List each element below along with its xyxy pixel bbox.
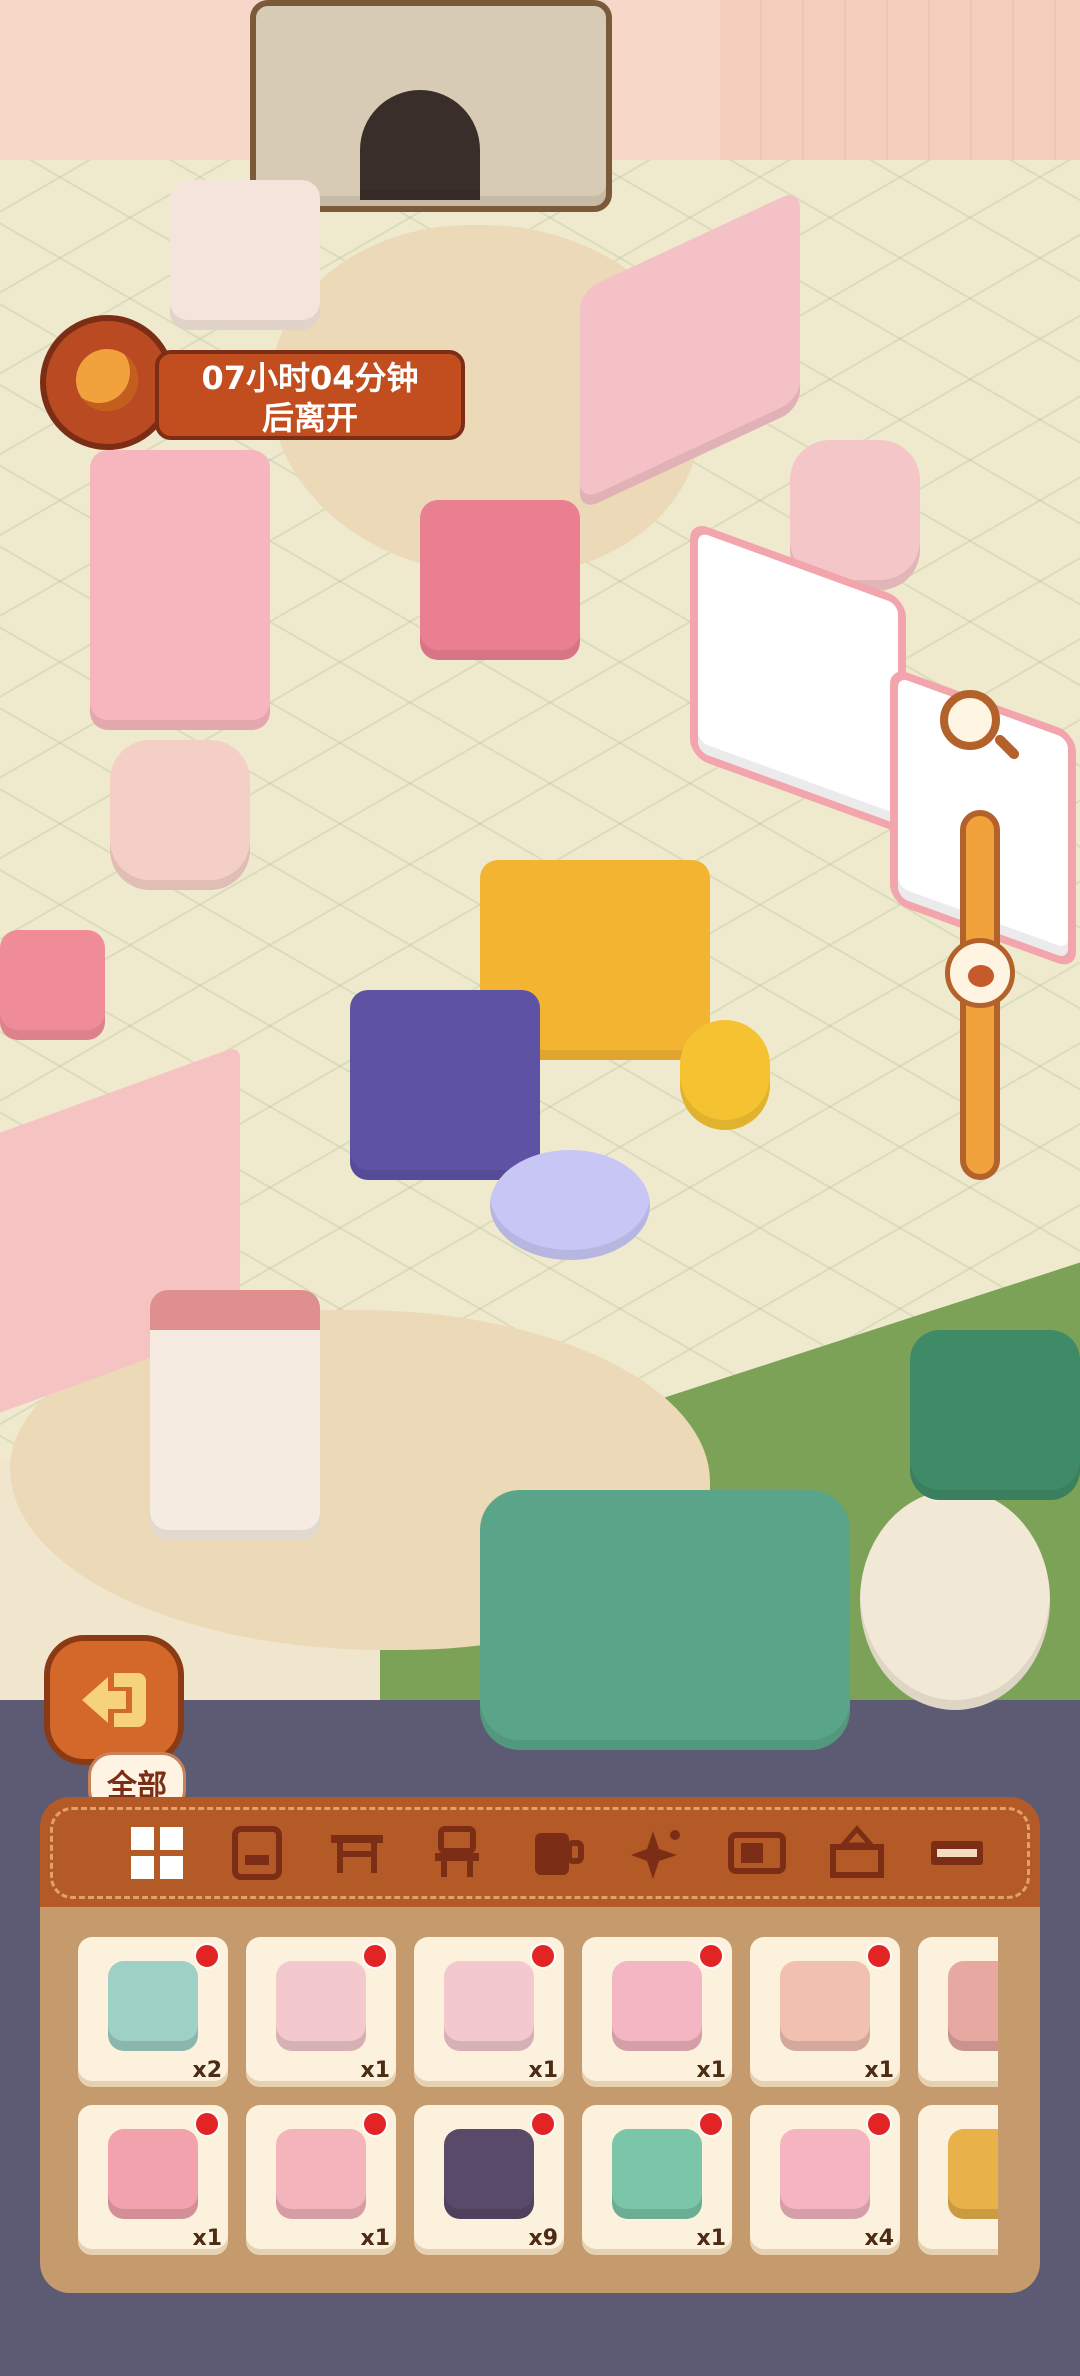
item-quantity: x1 [192,2226,223,2251]
magnifier-icon [940,690,1000,750]
new-badge-dot [698,1943,724,1969]
new-badge-dot [866,1943,892,1969]
timer-line-1: 07小时04分钟 [201,359,419,397]
inventory-item-cabinet[interactable] [918,1937,998,2087]
inventory-item-sofa[interactable]: x1 [414,1937,564,2087]
item-quantity: x1 [528,2058,559,2083]
inventory-item-window[interactable]: x2 [78,1937,228,2087]
inventory-item-dog-painting[interactable] [918,2105,998,2255]
potted-plants[interactable] [910,1330,1080,1500]
tab-electronics[interactable] [717,1815,797,1891]
table-icon [331,1835,383,1873]
item-quantity: x9 [528,2226,559,2251]
paw-knob-icon[interactable] [945,938,1015,1008]
new-badge-dot [194,1943,220,1969]
cat-armchair[interactable] [110,740,250,890]
item-quantity: x1 [696,2226,727,2251]
timer-pill: 07小时04分钟 后离开 [155,350,465,440]
zoom-slider[interactable] [940,690,1020,1180]
retro-tv-icon [612,1961,702,2051]
mug-icon [535,1833,584,1875]
item-quantity: x4 [864,2226,895,2251]
back-arrow-icon [82,1673,146,1727]
new-badge-dot [698,2111,724,2137]
microwave-icon [780,1961,870,2051]
tab-kitchen[interactable] [517,1815,597,1891]
paw-ottoman[interactable] [490,1150,650,1260]
cabinet[interactable] [150,1290,320,1540]
item-quantity: x2 [192,2058,223,2083]
flower-vase-icon [612,2129,702,2219]
fridge-icon [276,2129,366,2219]
flower-planters[interactable] [480,1490,850,1750]
dog-painting-icon [948,2129,998,2219]
inventory-panel: 全部 x2 x1 x1 x1 x1 x1 x1 x9 x1 x4 [40,1752,1040,2293]
rug-icon [830,1825,884,1878]
tab-chair[interactable] [417,1815,497,1891]
category-tab-bar [40,1797,1040,1907]
fridge[interactable] [90,450,270,730]
tab-wall[interactable] [917,1815,997,1891]
window-icon [108,1961,198,2051]
tab-table[interactable] [317,1815,397,1891]
new-badge-dot [194,2111,220,2137]
cat-painting-icon [444,2129,534,2219]
timer-line-2: 后离开 [261,399,358,437]
pink-chair-icon [108,2129,198,2219]
paw-side-table[interactable] [680,1020,770,1130]
chair-icon [435,1826,479,1877]
sparkle-icon [631,1830,680,1879]
new-badge-dot [530,1943,556,1969]
inventory-item-fridge[interactable]: x1 [246,2105,396,2255]
tab-bed[interactable] [217,1815,297,1891]
frying-pan-icon [780,2129,870,2219]
boombox[interactable] [0,930,105,1040]
inventory-item-flower-vase[interactable]: x1 [582,2105,732,2255]
back-button[interactable] [44,1635,184,1765]
new-badge-dot [866,2111,892,2137]
item-quantity: x1 [696,2058,727,2083]
inventory-item-armchair[interactable]: x1 [246,1937,396,2087]
item-quantity: x1 [360,2058,391,2083]
visitor-timer[interactable]: 07小时04分钟 后离开 [40,315,465,450]
armchair[interactable] [170,180,320,330]
tab-all[interactable] [117,1815,197,1891]
inventory-scroll-area[interactable]: x2 x1 x1 x1 x1 x1 x1 x9 x1 x4 [78,1937,998,2273]
wall-icon [931,1841,983,1865]
new-badge-dot [362,2111,388,2137]
tab-rug[interactable] [817,1815,897,1891]
inventory-item-cat-painting[interactable]: x9 [414,2105,564,2255]
new-badge-dot [530,2111,556,2137]
bed-icon [232,1826,282,1880]
retro-tv[interactable] [420,500,580,660]
inventory-item-retro-tv[interactable]: x1 [582,1937,732,2087]
inventory-item-microwave[interactable]: x1 [750,1937,900,2087]
sofa-icon [444,1961,534,2051]
grid-icon [131,1827,183,1879]
round-rug-garden [860,1490,1050,1710]
fireplace-opening [360,90,480,200]
tab-decor[interactable] [617,1815,697,1891]
item-quantity: x1 [864,2058,895,2083]
item-quantity: x1 [360,2226,391,2251]
inventory-item-frying-pan[interactable]: x4 [750,2105,900,2255]
inventory-item-pink-chair[interactable]: x1 [78,2105,228,2255]
purple-cat-chair[interactable] [350,990,540,1180]
armchair-icon [276,1961,366,2051]
new-badge-dot [362,1943,388,1969]
tv-icon [728,1832,786,1874]
inventory-grid: x2 x1 x1 x1 x1 x1 x1 x9 x1 x4 [40,1907,1040,2293]
cabinet-icon [948,1961,998,2051]
